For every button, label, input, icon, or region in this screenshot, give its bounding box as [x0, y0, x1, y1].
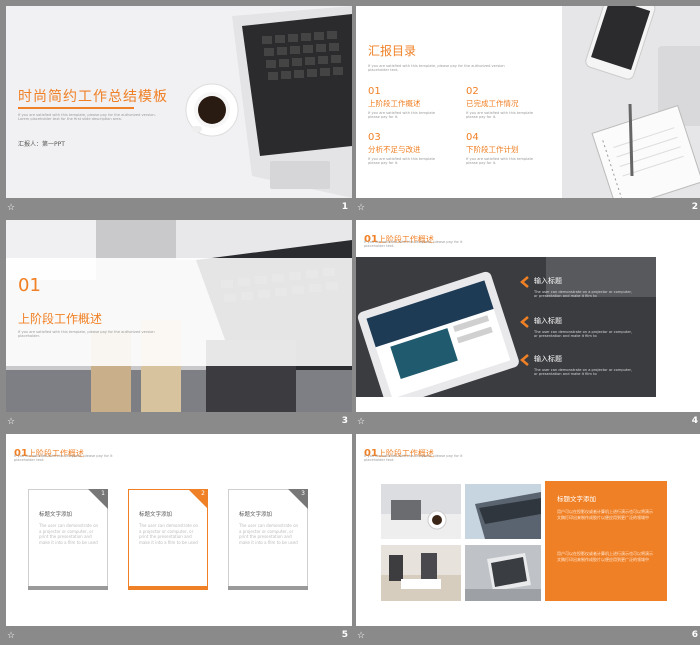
card-bottom-bar	[28, 586, 108, 590]
section-number: 01	[18, 275, 41, 296]
slide-1-canvas: 时尚简约工作总结模板 If you are satisfied with thi…	[6, 6, 352, 198]
header-description: If you are satisfied with this template,…	[364, 454, 463, 463]
slide-thumb-1[interactable]: 时尚简约工作总结模板 If you are satisfied with thi…	[6, 6, 352, 218]
slide-5-footer: ☆ 5	[6, 626, 352, 645]
section-title: 上阶段工作概述	[18, 312, 103, 326]
slide-number: 4	[691, 416, 698, 426]
card-desc: The user can demonstrate on a projector …	[139, 523, 199, 545]
panel-desc-1: 用户可以在投影仪或者计算机上进行演示也可以将演示文稿打印出来制作成胶片以便应用到…	[557, 509, 653, 520]
transition-star-icon: ☆	[357, 631, 366, 641]
highlight-panel: 标题文字添加 用户可以在投影仪或者计算机上进行演示也可以将演示文稿打印出来制作成…	[545, 481, 667, 601]
slide-3-footer: ☆ 3	[6, 412, 352, 432]
agenda-number: 01	[368, 86, 381, 97]
agenda-desc: If you are satisfied with this template …	[368, 111, 436, 120]
photo-grid-3	[381, 545, 461, 601]
slide-thumb-6[interactable]: 01上阶段工作概述 If you are satisfied with this…	[356, 434, 700, 645]
chevron-left-icon	[520, 276, 529, 288]
card-corner	[188, 489, 208, 509]
feature-desc: The user can demonstrate on a projector …	[534, 368, 633, 377]
info-card-1: 1 标题文字添加 The user can demonstrate on a p…	[28, 489, 108, 590]
reporter-label: 汇报人：第一PPT	[18, 141, 65, 148]
agenda-item-3: 03 分析不足与改进 If you are satisfied with thi…	[368, 132, 448, 166]
transition-star-icon: ☆	[357, 417, 366, 427]
slide-4-canvas: 01上阶段工作概述 If you are satisfied with this…	[356, 220, 700, 412]
coffee-cup-photo	[184, 82, 244, 142]
header-description: If you are satisfied with this template,…	[364, 240, 463, 249]
photo-grid-2	[465, 484, 541, 539]
agenda-item-1: 01 上阶段工作概述 If you are satisfied with thi…	[368, 86, 448, 120]
chevron-left-icon	[520, 354, 529, 366]
card-title: 标题文字添加	[239, 512, 273, 518]
agenda-label: 下阶段工作计划	[466, 145, 519, 154]
slide-6-canvas: 01上阶段工作概述 If you are satisfied with this…	[356, 434, 700, 626]
feature-desc: The user can demonstrate on a projector …	[534, 330, 633, 339]
slide-thumb-2[interactable]: 汇报目录 If you are satisfied with this temp…	[356, 6, 700, 218]
feature-title: 输入标题	[534, 277, 562, 285]
slide-1-title: 时尚简约工作总结模板	[18, 89, 168, 105]
transition-star-icon: ☆	[357, 203, 366, 213]
agenda-item-2: 02 已完成工作情况 If you are satisfied with thi…	[466, 86, 546, 120]
slide-1-description: If you are satisfied with this template,…	[18, 113, 156, 122]
feature-item-3: 输入标题 The user can demonstrate on a proje…	[520, 354, 634, 377]
slide-number: 1	[341, 202, 348, 212]
slide-thumb-4[interactable]: 01上阶段工作概述 If you are satisfied with this…	[356, 220, 700, 432]
agenda-label: 上阶段工作概述	[368, 99, 421, 108]
slide-4-footer: ☆ 4	[356, 412, 700, 432]
card-number: 2	[201, 490, 205, 497]
card-desc: The user can demonstrate on a projector …	[39, 523, 99, 545]
slide-2-canvas: 汇报目录 If you are satisfied with this temp…	[356, 6, 700, 198]
card-corner	[88, 489, 108, 509]
feature-desc: The user can demonstrate on a projector …	[534, 290, 633, 299]
slide-2-description: If you are satisfied with this template,…	[368, 64, 505, 73]
feature-title: 输入标题	[534, 317, 562, 325]
card-number: 3	[301, 490, 305, 497]
agenda-desc: If you are satisfied with this template …	[466, 157, 534, 166]
agenda-number: 02	[466, 86, 479, 97]
agenda-label: 已完成工作情况	[466, 99, 519, 108]
card-corner	[288, 489, 308, 509]
photo-grid-1	[381, 484, 461, 539]
slide-thumb-5[interactable]: 01上阶段工作概述 If you are satisfied with this…	[6, 434, 352, 645]
card-title: 标题文字添加	[39, 512, 73, 518]
feature-item-2: 输入标题 The user can demonstrate on a proje…	[520, 316, 634, 339]
transition-star-icon: ☆	[7, 631, 16, 641]
agenda-number: 04	[466, 132, 479, 143]
slide-5-canvas: 01上阶段工作概述 If you are satisfied with this…	[6, 434, 352, 626]
info-card-3: 3 标题文字添加 The user can demonstrate on a p…	[228, 489, 308, 590]
title-underline	[18, 107, 134, 109]
slide-6-footer: ☆ 6	[356, 626, 700, 645]
card-number: 1	[101, 490, 105, 497]
section-description: If you are satisfied with this template,…	[18, 330, 155, 339]
card-title: 标题文字添加	[139, 512, 173, 518]
agenda-desc: If you are satisfied with this template …	[466, 111, 534, 120]
photo-grid-4	[465, 545, 541, 601]
slide-thumb-3[interactable]: 01 上阶段工作概述 If you are satisfied with thi…	[6, 220, 352, 432]
panel-title: 标题文字添加	[557, 495, 596, 503]
agenda-item-4: 04 下阶段工作计划 If you are satisfied with thi…	[466, 132, 546, 166]
card-desc: The user can demonstrate on a projector …	[239, 523, 299, 545]
panel-desc-2: 用户可以在投影仪或者计算机上进行演示也可以将演示文稿打印出来制作成胶片以便应用到…	[557, 551, 653, 562]
slide-2-footer: ☆ 2	[356, 198, 700, 218]
info-card-2: 2 标题文字添加 The user can demonstrate on a p…	[128, 489, 208, 590]
feature-title: 输入标题	[534, 355, 562, 363]
chevron-left-icon	[520, 316, 529, 328]
slide-number: 5	[341, 630, 348, 640]
slide-3-canvas: 01 上阶段工作概述 If you are satisfied with thi…	[6, 220, 352, 412]
transition-star-icon: ☆	[7, 417, 16, 427]
slide-number: 3	[341, 416, 348, 426]
slide-number: 2	[691, 202, 698, 212]
slide-number: 6	[691, 630, 698, 640]
agenda-number: 03	[368, 132, 381, 143]
slide-1-footer: ☆ 1	[6, 198, 352, 218]
phone-notebook-photo	[562, 6, 700, 198]
agenda-desc: If you are satisfied with this template …	[368, 157, 436, 166]
transition-star-icon: ☆	[7, 203, 16, 213]
header-description: If you are satisfied with this template,…	[14, 454, 113, 463]
card-bottom-bar	[128, 586, 208, 590]
card-bottom-bar	[228, 586, 308, 590]
slide-2-title: 汇报目录	[368, 44, 417, 58]
feature-item-1: 输入标题 The user can demonstrate on a proje…	[520, 276, 634, 299]
agenda-label: 分析不足与改进	[368, 145, 421, 154]
